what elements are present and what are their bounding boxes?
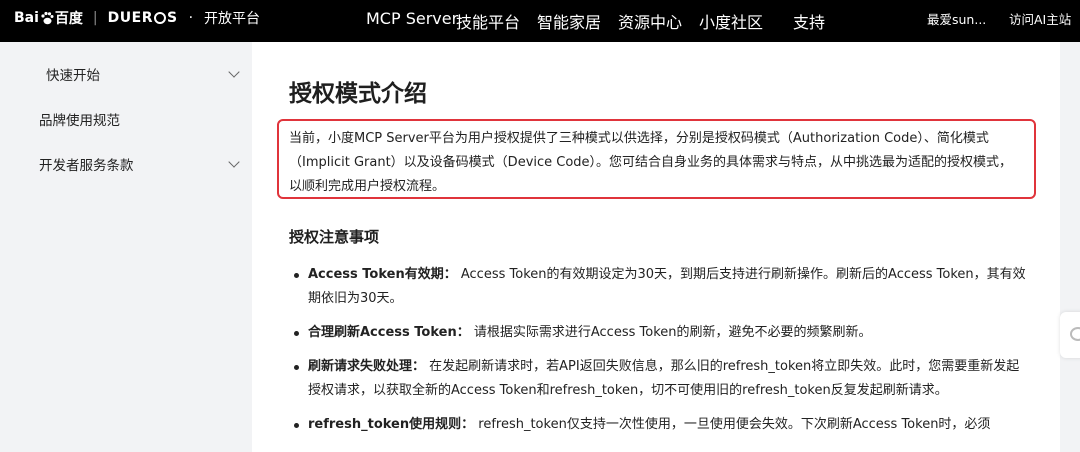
section-title-authorization-notes: 授权注意事项 — [289, 228, 380, 246]
visit-ai-site-link[interactable]: 访问AI主站 — [1009, 9, 1071, 28]
brand-divider: | — [92, 10, 98, 26]
sidebar-item-label: 开发者服务条款 — [39, 158, 134, 174]
nav-resource-center[interactable]: 资源中心 — [618, 9, 682, 33]
dueros-logo-text-b: S — [166, 10, 178, 26]
floating-help-button[interactable] — [1060, 312, 1080, 358]
bullet-text: 请根据实际需求进行Access Token的刷新，避免不必要的频繁刷新。 — [469, 325, 872, 340]
chevron-down-icon — [228, 156, 240, 168]
nav-community[interactable]: 小度社区 — [699, 9, 763, 33]
baidu-paw-icon — [41, 11, 54, 25]
sidebar-item-developer-terms[interactable]: 开发者服务条款 — [0, 150, 262, 178]
chevron-down-icon — [228, 66, 240, 78]
authorization-notes-list: Access Token有效期： Access Token的有效期设定为30天，… — [292, 263, 1032, 447]
nav-mcp-server[interactable]: MCP Server — [366, 9, 458, 28]
bullet-text: refresh_token仅支持一次性使用，一旦使用便会失效。下次刷新Acces… — [474, 417, 991, 432]
nav-skill-platform[interactable]: 技能平台 — [456, 9, 520, 33]
list-item: refresh_token使用规则： refresh_token仅支持一次性使用… — [292, 413, 1032, 437]
brand-platform-text: 开放平台 — [204, 11, 261, 27]
brand-dot: · — [188, 10, 194, 26]
list-item: 刷新请求失败处理： 在发起刷新请求时，若API返回失败信息，那么旧的refres… — [292, 355, 1032, 403]
dueros-o-icon — [153, 12, 166, 24]
sidebar: 快速开始 品牌使用规范 开发者服务条款 — [0, 42, 262, 452]
baidu-logo-suffix: 百度 — [54, 11, 83, 27]
bullet-term: 合理刷新Access Token： — [308, 325, 470, 340]
sidebar-item-quick-start[interactable]: 快速开始 — [0, 60, 262, 88]
bullet-term: Access Token有效期： — [308, 267, 457, 282]
page-title: 授权模式介绍 — [289, 81, 427, 107]
bullet-term: refresh_token使用规则： — [308, 417, 475, 432]
list-item: 合理刷新Access Token： 请根据实际需求进行Access Token的… — [292, 321, 1032, 345]
top-navigation-bar: Bai 百度 | DUER S · 开放平台 MCP Server 技能平台 智… — [0, 0, 1080, 42]
baidu-logo-text: Bai — [14, 10, 39, 26]
nav-support[interactable]: 支持 — [793, 9, 825, 33]
intro-highlight-box: 当前，小度MCP Server平台为用户授权提供了三种模式以供选择，分别是授权码… — [277, 119, 1036, 199]
bullet-term: 刷新请求失败处理： — [308, 359, 426, 374]
dueros-logo-text-a: DUER — [107, 10, 153, 26]
baidu-logo: Bai 百度 — [14, 8, 83, 28]
nav-smart-home[interactable]: 智能家居 — [537, 9, 601, 33]
chat-bubble-icon — [1070, 327, 1080, 341]
sidebar-item-label: 快速开始 — [46, 68, 100, 84]
intro-text: 当前，小度MCP Server平台为用户授权提供了三种模式以供选择，分别是授权码… — [289, 131, 1013, 194]
main-content: 授权模式介绍 当前，小度MCP Server平台为用户授权提供了三种模式以供选择… — [252, 42, 1060, 452]
list-item: Access Token有效期： Access Token的有效期设定为30天，… — [292, 263, 1032, 311]
brand-logo[interactable]: Bai 百度 | DUER S · 开放平台 — [14, 0, 260, 36]
sidebar-item-label: 品牌使用规范 — [39, 113, 120, 129]
dueros-logo: DUER S — [108, 10, 178, 26]
sidebar-item-brand-guidelines[interactable]: 品牌使用规范 — [0, 105, 262, 133]
user-menu[interactable]: 最爱sun... — [927, 9, 986, 28]
